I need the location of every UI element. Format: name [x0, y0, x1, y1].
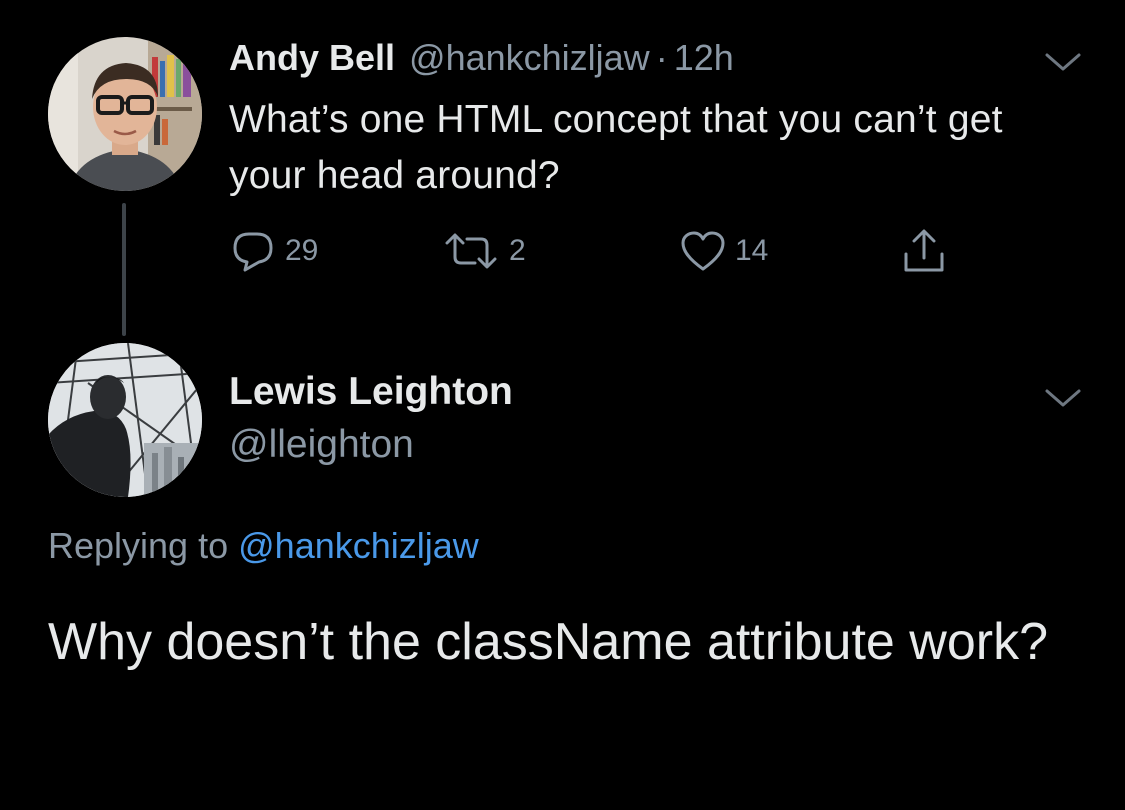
tweet-action-bar: 29 2 14 [229, 226, 949, 276]
parent-tweet-text: What’s one HTML concept that you can’t g… [229, 98, 1003, 197]
replying-to-label: Replying to [48, 525, 229, 566]
chevron-down-icon[interactable] [1043, 386, 1083, 410]
author-handle[interactable]: @hankchizljaw [409, 37, 650, 78]
avatar-andy-bell[interactable] [48, 37, 202, 191]
author-name[interactable]: Andy Bell [229, 36, 395, 80]
share-upload-icon [904, 229, 944, 272]
like-button[interactable]: 14 [679, 226, 768, 276]
heart-icon [681, 231, 725, 271]
thread-connector-line [122, 203, 126, 336]
replying-to-mention-link[interactable]: @hankchizljaw [238, 525, 479, 566]
retweet-count: 2 [509, 234, 526, 267]
replying-to-line: Replying to @hankchizljaw [48, 522, 479, 570]
parent-tweet-header: Andy Bell @hankchizljaw · 12h [229, 36, 734, 80]
reply-button[interactable]: 29 [229, 226, 318, 276]
comment-bubble-icon [233, 232, 273, 272]
reply-count: 29 [285, 234, 319, 267]
retweet-button[interactable]: 2 [441, 226, 526, 276]
meta-separator: · [655, 37, 668, 78]
tweet-thread: Andy Bell @hankchizljaw · 12h What’s one H… [0, 0, 1125, 810]
reply-author-handle[interactable]: @lleighton [229, 421, 414, 469]
like-count: 14 [735, 234, 769, 267]
share-button[interactable] [901, 226, 947, 276]
reply-author-name[interactable]: Lewis Leighton [229, 368, 513, 416]
chevron-down-icon[interactable] [1043, 50, 1083, 74]
reply-tweet-text: Why doesn’t the className attribute work… [48, 613, 1048, 671]
retweet-icon [445, 233, 497, 269]
author-meta: @hankchizljaw · 12h [409, 36, 734, 80]
avatar-lewis-leighton[interactable] [48, 343, 202, 497]
tweet-timestamp[interactable]: 12h [674, 37, 734, 78]
